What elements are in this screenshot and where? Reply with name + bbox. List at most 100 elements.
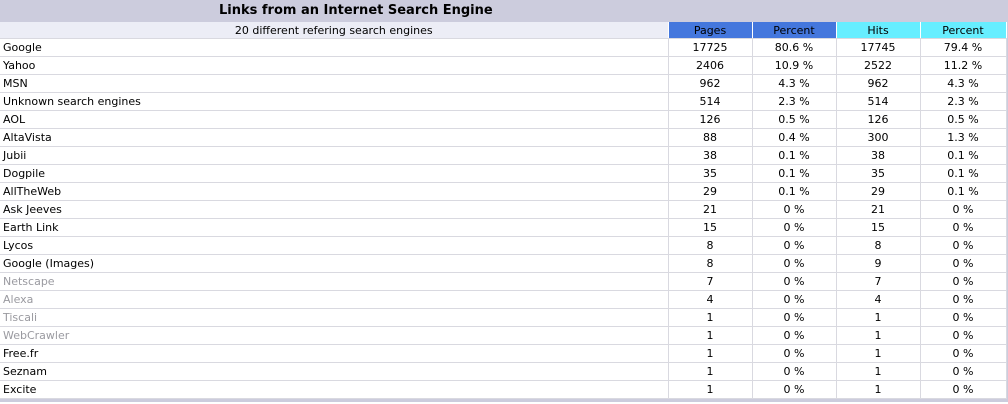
hits-percent-cell: 0 % <box>920 344 1007 363</box>
hits-percent-cell: 4.3 % <box>920 74 1007 93</box>
pages-cell: 4 <box>668 290 753 309</box>
pages-percent-cell: 0 % <box>752 362 837 381</box>
engine-name-cell: Alexa <box>0 290 669 309</box>
hits-percent-cell: 0 % <box>920 290 1007 309</box>
hits-percent-cell: 0.1 % <box>920 146 1007 165</box>
engine-name-cell: Google <box>0 38 669 57</box>
hits-percent-cell: 0 % <box>920 200 1007 219</box>
hits-percent-cell: 0.1 % <box>920 164 1007 183</box>
pages-percent-cell: 0 % <box>752 236 837 255</box>
pages-cell: 1 <box>668 344 753 363</box>
pages-percent-cell: 4.3 % <box>752 74 837 93</box>
hits-percent-cell: 0 % <box>920 254 1007 273</box>
hits-percent-cell: 0 % <box>920 236 1007 255</box>
table-row: MSN 962 4.3 % 962 4.3 % <box>0 74 1007 93</box>
pages-cell: 7 <box>668 272 753 291</box>
hits-cell: 1 <box>836 326 921 345</box>
hits-cell: 17745 <box>836 38 921 57</box>
report-frame: Links from an Internet Search Engine 20 … <box>0 0 1008 402</box>
table-row: Yahoo 2406 10.9 % 2522 11.2 % <box>0 56 1007 75</box>
hits-cell: 300 <box>836 128 921 147</box>
engine-name-cell: Lycos <box>0 236 669 255</box>
pages-cell: 1 <box>668 308 753 327</box>
table-row: Seznam 1 0 % 1 0 % <box>0 362 1007 381</box>
table-row: Earth Link 15 0 % 15 0 % <box>0 218 1007 237</box>
engine-name-cell: Unknown search engines <box>0 92 669 111</box>
pages-column-header: Pages <box>668 22 753 39</box>
engine-name-cell: Yahoo <box>0 56 669 75</box>
pages-percent-cell: 0.5 % <box>752 110 837 129</box>
pages-cell: 17725 <box>668 38 753 57</box>
table-row: Unknown search engines 514 2.3 % 514 2.3 % <box>0 92 1007 111</box>
hits-cell: 1 <box>836 308 921 327</box>
pages-cell: 88 <box>668 128 753 147</box>
table-row: Google 17725 80.6 % 17745 79.4 % <box>0 38 1007 57</box>
pages-percent-cell: 0 % <box>752 308 837 327</box>
pages-cell: 21 <box>668 200 753 219</box>
table-body: Google 17725 80.6 % 17745 79.4 % Yahoo 2406 10.… <box>0 38 1007 399</box>
engine-name-cell: Excite <box>0 380 669 399</box>
pages-percent-cell: 0 % <box>752 272 837 291</box>
pages-percent-column-header: Percent <box>752 22 837 39</box>
engine-name-cell: Dogpile <box>0 164 669 183</box>
pages-cell: 1 <box>668 362 753 381</box>
pages-percent-cell: 0 % <box>752 254 837 273</box>
engine-name-cell: Ask Jeeves <box>0 200 669 219</box>
engine-name-cell: AltaVista <box>0 128 669 147</box>
engine-name-cell: Google (Images) <box>0 254 669 273</box>
hits-percent-cell: 0 % <box>920 272 1007 291</box>
hits-percent-cell: 0 % <box>920 218 1007 237</box>
pages-cell: 1 <box>668 380 753 399</box>
pages-percent-cell: 0 % <box>752 200 837 219</box>
hits-cell: 29 <box>836 182 921 201</box>
pages-percent-cell: 0 % <box>752 326 837 345</box>
pages-percent-cell: 0 % <box>752 344 837 363</box>
table-row: WebCrawler 1 0 % 1 0 % <box>0 326 1007 345</box>
hits-percent-cell: 1.3 % <box>920 128 1007 147</box>
pages-percent-cell: 2.3 % <box>752 92 837 111</box>
hits-cell: 2522 <box>836 56 921 75</box>
hits-percent-cell: 0 % <box>920 326 1007 345</box>
hits-cell: 38 <box>836 146 921 165</box>
header-row: 20 different refering search engines Pag… <box>0 22 1007 39</box>
engine-name-cell: AllTheWeb <box>0 182 669 201</box>
hits-percent-cell: 0 % <box>920 380 1007 399</box>
engine-count-header: 20 different refering search engines <box>0 22 669 39</box>
title-bar: Links from an Internet Search Engine <box>0 0 1006 22</box>
pages-cell: 29 <box>668 182 753 201</box>
hits-percent-cell: 0 % <box>920 362 1007 381</box>
pages-percent-cell: 0 % <box>752 290 837 309</box>
pages-cell: 514 <box>668 92 753 111</box>
hits-percent-column-header: Percent <box>920 22 1007 39</box>
pages-cell: 35 <box>668 164 753 183</box>
table-row: Netscape 7 0 % 7 0 % <box>0 272 1007 291</box>
engine-name-cell: Seznam <box>0 362 669 381</box>
pages-percent-cell: 0 % <box>752 380 837 399</box>
hits-percent-cell: 79.4 % <box>920 38 1007 57</box>
hits-cell: 1 <box>836 362 921 381</box>
hits-cell: 15 <box>836 218 921 237</box>
pages-percent-cell: 0.4 % <box>752 128 837 147</box>
pages-percent-cell: 0.1 % <box>752 182 837 201</box>
pages-cell: 15 <box>668 218 753 237</box>
report-title: Links from an Internet Search Engine <box>219 3 493 18</box>
table-row: Free.fr 1 0 % 1 0 % <box>0 344 1007 363</box>
pages-cell: 8 <box>668 236 753 255</box>
hits-cell: 35 <box>836 164 921 183</box>
table-row: Tiscali 1 0 % 1 0 % <box>0 308 1007 327</box>
engine-name-cell: Free.fr <box>0 344 669 363</box>
pages-percent-cell: 0 % <box>752 218 837 237</box>
hits-cell: 514 <box>836 92 921 111</box>
table-row: AOL 126 0.5 % 126 0.5 % <box>0 110 1007 129</box>
pages-cell: 126 <box>668 110 753 129</box>
hits-column-header: Hits <box>836 22 921 39</box>
table-row: Lycos 8 0 % 8 0 % <box>0 236 1007 255</box>
pages-percent-cell: 10.9 % <box>752 56 837 75</box>
engine-name-cell: AOL <box>0 110 669 129</box>
hits-cell: 126 <box>836 110 921 129</box>
engine-name-cell: Tiscali <box>0 308 669 327</box>
pages-cell: 962 <box>668 74 753 93</box>
table-row: Jubii 38 0.1 % 38 0.1 % <box>0 146 1007 165</box>
engine-name-cell: WebCrawler <box>0 326 669 345</box>
pages-percent-cell: 0.1 % <box>752 164 837 183</box>
